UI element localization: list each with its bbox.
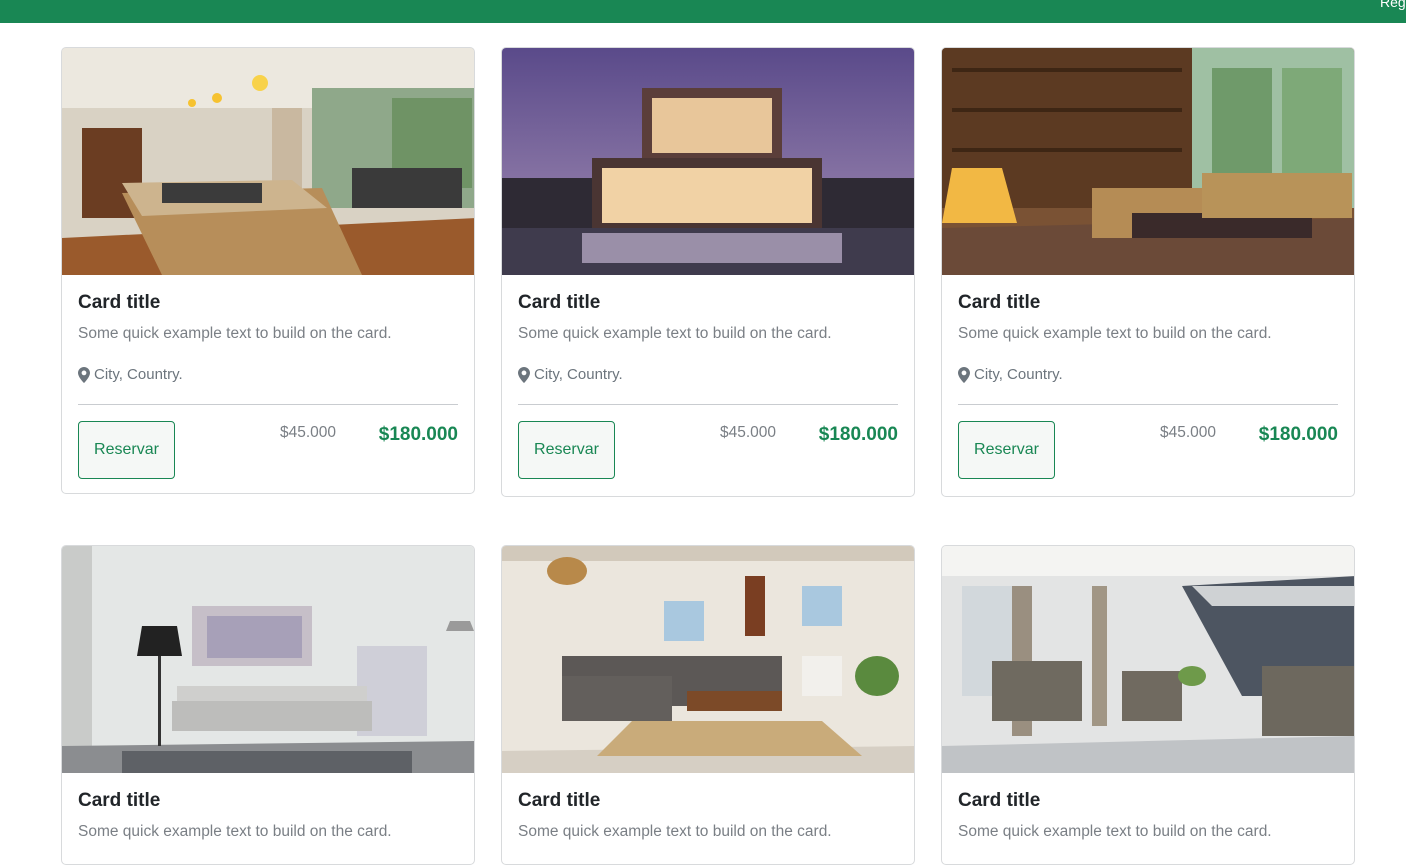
- property-card: Card title Some quick example text to bu…: [501, 47, 915, 497]
- card-title: Card title: [958, 292, 1041, 313]
- old-price: $45.000: [1159, 424, 1216, 441]
- property-card: Card title Some quick example text to bu…: [941, 545, 1355, 865]
- card-image-library-room[interactable]: [942, 48, 1354, 275]
- card-image-white-living-room[interactable]: [62, 546, 474, 773]
- card-text: Some quick example text to build on the …: [958, 823, 1272, 840]
- card-image-kitchen[interactable]: [62, 48, 474, 275]
- card-text: Some quick example text to build on the …: [78, 823, 392, 840]
- old-price: $45.000: [719, 424, 776, 441]
- location-label: City, Country.: [534, 366, 623, 383]
- card-footer: Reservar $45.000 $180.000: [958, 405, 1338, 495]
- card-text: Some quick example text to build on the …: [518, 325, 832, 342]
- card-text: Some quick example text to build on the …: [518, 823, 832, 840]
- location-pin-icon: [958, 367, 970, 383]
- card-title: Card title: [518, 790, 601, 811]
- old-price: $45.000: [279, 424, 336, 441]
- card-title: Card title: [958, 790, 1041, 811]
- card-footer: Reservar $45.000 $180.000: [78, 405, 458, 493]
- card-image-rustic-living-room[interactable]: [502, 546, 914, 773]
- price: $180.000: [1258, 424, 1338, 445]
- price: $180.000: [378, 424, 458, 445]
- property-card: Card title Some quick example text to bu…: [61, 47, 475, 494]
- card-image-modern-house[interactable]: [502, 48, 914, 275]
- reserve-button[interactable]: Reservar: [958, 421, 1055, 479]
- card-location: City, Country.: [518, 365, 898, 385]
- location-label: City, Country.: [974, 366, 1063, 383]
- property-card: Card title Some quick example text to bu…: [941, 47, 1355, 497]
- reserve-button[interactable]: Reservar: [518, 421, 615, 479]
- location-pin-icon: [518, 367, 530, 383]
- property-card: Card title Some quick example text to bu…: [501, 545, 915, 865]
- property-card: Card title Some quick example text to bu…: [61, 545, 475, 865]
- card-title: Card title: [518, 292, 601, 313]
- card-footer: Reservar $45.000 $180.000: [518, 405, 898, 495]
- reserve-button[interactable]: Reservar: [78, 421, 175, 479]
- card-location: City, Country.: [78, 365, 458, 385]
- card-text: Some quick example text to build on the …: [958, 325, 1272, 342]
- location-pin-icon: [78, 367, 90, 383]
- card-image-staircase-lounge[interactable]: [942, 546, 1354, 773]
- card-title: Card title: [78, 292, 161, 313]
- card-location: City, Country.: [958, 365, 1338, 385]
- top-navbar: Reg: [0, 0, 1406, 23]
- navbar-edge-text[interactable]: Reg: [1380, 0, 1406, 10]
- card-title: Card title: [78, 790, 161, 811]
- location-label: City, Country.: [94, 366, 183, 383]
- price: $180.000: [818, 424, 898, 445]
- card-text: Some quick example text to build on the …: [78, 325, 392, 342]
